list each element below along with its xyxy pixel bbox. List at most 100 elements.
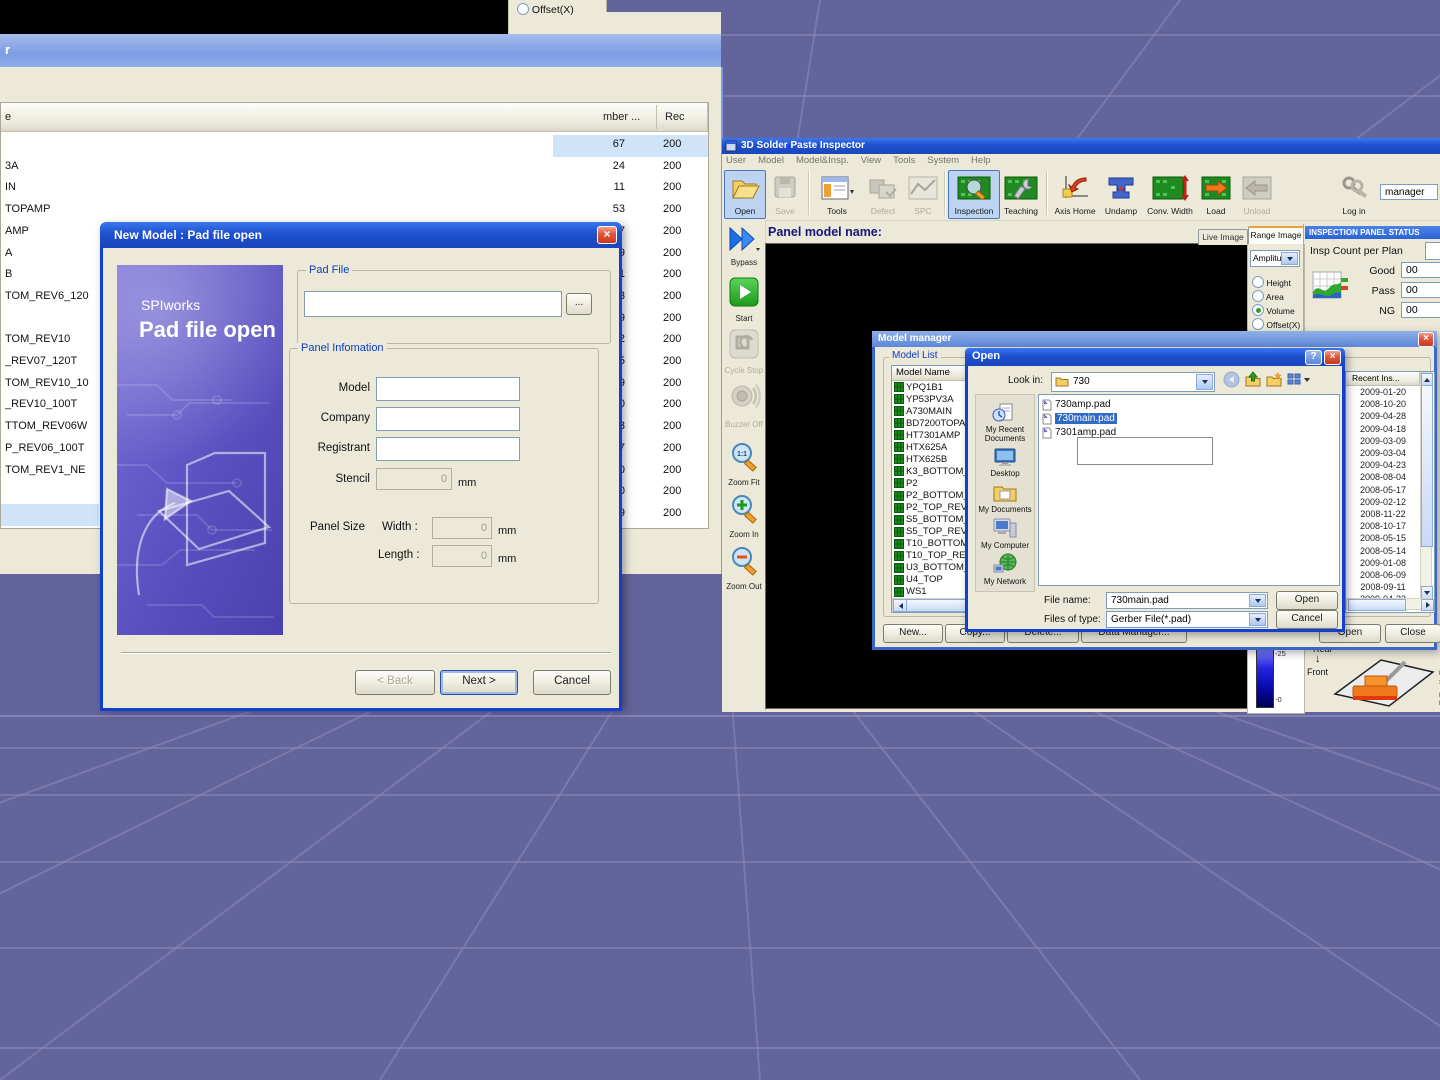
number-column-header[interactable]: mber ... — [603, 111, 640, 123]
list-header-row[interactable]: e mber ... Rec — [1, 103, 708, 132]
toolbar-inspection-button[interactable]: Inspection — [948, 170, 1000, 219]
menu-item[interactable]: System — [927, 155, 959, 166]
scrollbar-thumb[interactable] — [1348, 599, 1406, 611]
mm-close-button[interactable]: Close — [1385, 624, 1440, 643]
menu-item[interactable]: User — [726, 155, 746, 166]
open-file-button[interactable]: Open — [1276, 591, 1338, 610]
file-list[interactable]: 730amp.pad 730main.pad 7301amp.pad — [1038, 394, 1340, 586]
place-my-computer[interactable]: My Computer — [976, 517, 1034, 551]
buzzer-off-button[interactable]: Buzzer Off — [724, 380, 764, 429]
toolbar-axis-home-button[interactable]: Axis Home — [1050, 170, 1100, 219]
radio-offsetx-fragment[interactable]: Offset(X) — [517, 3, 574, 16]
left-window-titlebar[interactable]: r — [0, 34, 721, 67]
chevron-down-icon[interactable] — [1196, 374, 1213, 390]
registrant-input[interactable] — [376, 437, 520, 461]
menu-item[interactable]: View — [861, 155, 881, 166]
cycle-stop-button[interactable]: Cycle Stop — [724, 328, 764, 375]
chevron-down-icon[interactable] — [1281, 252, 1298, 265]
length-input[interactable]: 0 — [432, 545, 492, 567]
radio-area[interactable]: Area — [1252, 290, 1284, 302]
browse-button[interactable]: ... — [566, 293, 592, 315]
toolbar-undamp-button[interactable]: Undamp — [1098, 170, 1144, 219]
login-button[interactable]: Log in — [1332, 170, 1376, 219]
menu-item[interactable]: Help — [971, 155, 991, 166]
recent-vscrollbar[interactable] — [1420, 372, 1432, 598]
place-my-recent-documents[interactable]: My Recent Documents — [976, 401, 1034, 443]
toolbar-open-button[interactable]: Open — [724, 170, 766, 219]
toolbar-defect-button[interactable]: Defect — [860, 170, 906, 219]
zoom-out-button[interactable]: Zoom Out — [724, 544, 764, 591]
toolbar-teaching-button[interactable]: Teaching — [998, 170, 1044, 219]
back-button[interactable]: < Back — [355, 670, 435, 695]
open-dialog-titlebar[interactable]: Open ? × — [965, 348, 1345, 366]
name-column-header[interactable]: e — [5, 111, 11, 123]
login-user-input[interactable]: manager — [1380, 184, 1438, 200]
file-name-combo[interactable]: 730main.pad — [1106, 592, 1268, 609]
menu-item[interactable]: Model — [758, 155, 784, 166]
close-icon[interactable]: × — [1324, 350, 1341, 365]
menu-item[interactable]: Tools — [893, 155, 915, 166]
toolbar-load-button[interactable]: Load — [1196, 170, 1236, 219]
look-in-combo[interactable]: 730 — [1051, 372, 1215, 392]
cancel-button[interactable]: Cancel — [533, 670, 611, 695]
scroll-right-icon[interactable] — [1421, 599, 1434, 611]
table-row[interactable]: IN11200 — [1, 178, 708, 200]
next-button[interactable]: Next > — [440, 670, 518, 695]
place-my-documents[interactable]: My Documents — [976, 483, 1034, 515]
bypass-button[interactable]: Bypass — [724, 226, 764, 267]
chevron-down-icon[interactable] — [1249, 613, 1266, 626]
bypass-label: Bypass — [724, 258, 764, 267]
toolbar-tools-button[interactable]: Tools — [812, 170, 862, 219]
chevron-down-icon[interactable] — [1249, 594, 1266, 607]
main-titlebar[interactable]: 3D Solder Paste Inspector — [722, 138, 1440, 154]
company-input[interactable] — [376, 407, 520, 431]
toolbar-spc-button[interactable]: SPC — [904, 170, 942, 219]
views-icon[interactable] — [1286, 371, 1312, 388]
banner-brand: SPIworks — [141, 297, 200, 313]
colorbar-bottom-tick: -0 — [1275, 695, 1282, 704]
banner-panel: SPIworks Pad file open — [117, 265, 283, 635]
tab-live-image[interactable]: Live Image — [1198, 229, 1248, 245]
cancel-file-button[interactable]: Cancel — [1276, 610, 1338, 629]
desktop-icon — [992, 447, 1018, 467]
toolbar-unload-button[interactable]: Unload — [1234, 170, 1280, 219]
toolbar-conv-width-button[interactable]: Conv. Width — [1142, 170, 1198, 219]
stencil-input[interactable]: 0 — [376, 468, 452, 490]
radio-height[interactable]: Height — [1252, 276, 1291, 288]
radio-offset-x[interactable]: Offset(X) — [1252, 318, 1300, 330]
file-item-selected[interactable]: 730main.pad — [1042, 412, 1117, 425]
recent-date: 2008-09-11 — [1348, 582, 1418, 594]
insp-count-input[interactable] — [1425, 242, 1440, 260]
toolbar-save-button[interactable]: Save — [764, 170, 806, 219]
model-input[interactable] — [376, 377, 520, 401]
scrollbar-thumb[interactable] — [1421, 385, 1433, 547]
back-nav-icon[interactable] — [1223, 371, 1240, 388]
pad-file-input[interactable] — [304, 291, 562, 317]
close-icon[interactable]: × — [597, 226, 617, 244]
dialog-titlebar[interactable]: New Model : Pad file open × — [100, 222, 622, 248]
place-my-network[interactable]: My Network — [976, 553, 1034, 587]
file-type-combo[interactable]: Gerber File(*.pad) — [1106, 611, 1268, 628]
new-model-button[interactable]: New... — [883, 624, 943, 643]
zoom-in-button[interactable]: Zoom In — [724, 492, 764, 539]
start-button[interactable]: Start — [724, 276, 764, 323]
close-icon[interactable]: × — [1418, 332, 1434, 347]
radio-volume[interactable]: Volume — [1252, 304, 1295, 316]
new-folder-icon[interactable] — [1265, 371, 1283, 388]
up-folder-icon[interactable] — [1244, 371, 1262, 388]
table-row[interactable]: TOPAMP53200 — [1, 200, 708, 222]
table-row[interactable]: 67200 — [1, 135, 708, 157]
file-item[interactable]: 730amp.pad — [1042, 398, 1111, 411]
recent-column-header[interactable]: Rec — [665, 111, 685, 123]
recent-ins-header[interactable]: Recent Ins... — [1346, 372, 1420, 386]
amplitude-combo[interactable]: Amplitude — [1250, 250, 1300, 267]
zoom-fit-button[interactable]: 1:1 Zoom Fit — [724, 440, 764, 487]
help-icon[interactable]: ? — [1305, 350, 1322, 365]
recent-hscrollbar[interactable] — [1346, 598, 1432, 610]
login-user-value: manager — [1385, 187, 1424, 198]
table-row[interactable]: 3A24200 — [1, 157, 708, 179]
menu-item[interactable]: Model&Insp. — [796, 155, 849, 166]
width-input[interactable]: 0 — [432, 517, 492, 539]
model-manager-titlebar[interactable]: Model manager × — [872, 331, 1437, 347]
place-desktop[interactable]: Desktop — [976, 447, 1034, 479]
